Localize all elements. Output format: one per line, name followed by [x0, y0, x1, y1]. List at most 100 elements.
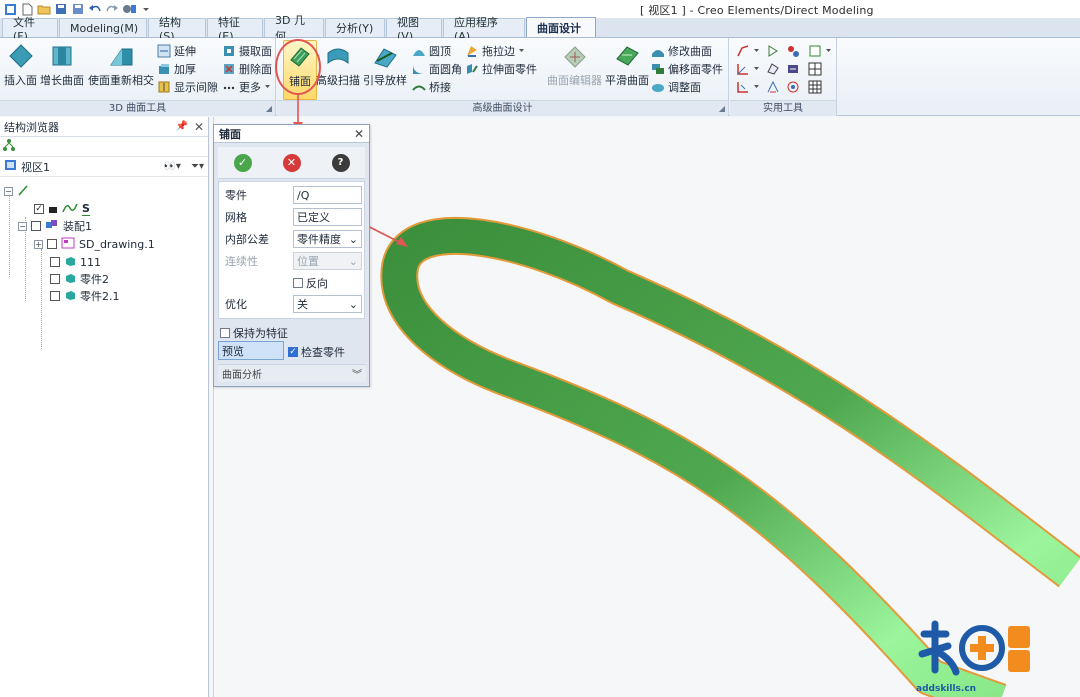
mesh-input[interactable]: 已定义 [293, 208, 362, 226]
plane-tool-button[interactable] [766, 60, 780, 77]
thicken-button[interactable]: 加厚 [157, 60, 196, 77]
collapse-icon[interactable]: − [18, 221, 27, 231]
dome-button[interactable]: 圆顶 [412, 42, 451, 59]
filter-icon[interactable]: ⏷▾ [191, 161, 204, 172]
pin-icon[interactable]: 📌 [175, 121, 187, 132]
continuity-select[interactable]: 位置 ⌄ [293, 252, 362, 270]
tab-3d-geometry[interactable]: 3D 几何 [264, 14, 324, 43]
pattern-tool-button[interactable] [786, 42, 800, 59]
tab-surface-design[interactable]: 曲面设计 [526, 17, 596, 37]
tab-analysis[interactable]: 分析(Y) [325, 18, 385, 37]
tools-icon[interactable] [122, 2, 136, 16]
pattern-tool-icon [786, 44, 800, 58]
tree-item-part2-1[interactable]: 零件2.1 [50, 288, 120, 304]
reintersect-faces-icon [106, 42, 136, 70]
extend-button[interactable]: 延伸 [157, 42, 196, 59]
reintersect-faces-button[interactable]: 使面重新相交 [88, 42, 154, 88]
tree-item-assembly[interactable]: − 装配1 [18, 218, 92, 234]
tree-connector [41, 249, 42, 349]
surface-editor-button[interactable]: 曲面编辑器 [547, 42, 602, 88]
stretch-face-part-button[interactable]: 拉伸面零件 [465, 60, 537, 77]
visibility-checkbox[interactable] [50, 257, 60, 267]
offset-face-part-button[interactable]: 偏移面零件 [651, 60, 723, 77]
curve-tool-button[interactable] [736, 42, 760, 59]
drawing-icon [61, 237, 75, 252]
visibility-checkbox[interactable] [50, 291, 60, 301]
qat-dropdown-icon[interactable] [139, 2, 153, 16]
tab-applications[interactable]: 应用程序(A) [443, 16, 525, 43]
extract-face-icon [222, 44, 236, 58]
grid-tool-button[interactable] [808, 60, 822, 77]
expand-icon[interactable]: + [34, 239, 43, 249]
angle-tool-button[interactable] [766, 78, 780, 95]
dialog-launcher-icon[interactable]: ◢ [266, 104, 272, 113]
extract-face-button[interactable]: 摄取面 [222, 42, 272, 59]
bridge-button[interactable]: 桥接 [412, 78, 451, 95]
tree-view-icon[interactable] [2, 138, 16, 155]
undo-icon[interactable] [88, 2, 102, 16]
visibility-checkbox[interactable] [47, 239, 57, 249]
tree-item-part2[interactable]: 零件2 [50, 271, 109, 287]
ok-check-icon[interactable]: ✓ [233, 153, 252, 172]
tree-root[interactable]: − [4, 183, 29, 199]
visibility-checkbox[interactable] [31, 221, 41, 231]
table-tool-button[interactable] [808, 78, 822, 95]
save-icon[interactable] [54, 2, 68, 16]
visibility-checkbox[interactable] [50, 274, 60, 284]
dialog-launcher-icon[interactable]: ◢ [719, 104, 725, 113]
tab-feature[interactable]: 特征(E) [207, 16, 263, 43]
keep-as-feature-checkbox[interactable]: 保持为特征 [220, 325, 288, 341]
close-icon[interactable]: ✕ [194, 120, 204, 134]
snap-tool-button[interactable] [786, 78, 800, 95]
viewport-label[interactable]: 视区1 [21, 159, 50, 175]
show-gap-button[interactable]: 显示间隙 [157, 78, 218, 95]
measure-tool-button[interactable] [786, 60, 800, 77]
drag-edge-icon [465, 44, 479, 58]
preview-button[interactable]: 预览 [218, 341, 284, 360]
surface-analysis-expander[interactable]: 曲面分析 ︾ [218, 364, 366, 382]
part-input[interactable]: /Q [293, 186, 362, 204]
visibility-checkbox[interactable]: ✓ [34, 204, 44, 214]
tree-item-label: 零件2.1 [80, 290, 120, 303]
modify-surface-button[interactable]: 修改曲面 [651, 42, 712, 59]
tab-structure[interactable]: 结构(S) [148, 16, 206, 43]
guided-loft-button[interactable]: 引导放样 [363, 42, 407, 88]
more-button[interactable]: 更多 [222, 78, 271, 95]
point-tool-button[interactable] [766, 42, 780, 59]
structure-tree: − ✓ S − 装配1 + SD_drawing.1 111 零件2 零件2.1 [0, 177, 208, 349]
tree-item-label: 111 [80, 255, 101, 269]
adjust-face-button[interactable]: 调整面 [651, 78, 701, 95]
cancel-x-icon[interactable]: ✕ [282, 153, 301, 172]
axis-tool-button[interactable] [736, 60, 760, 77]
frame-tool-button[interactable] [808, 42, 832, 59]
close-icon[interactable]: ✕ [354, 127, 364, 141]
binoculars-icon[interactable]: 👀▾ [163, 161, 180, 172]
help-icon[interactable]: ? [331, 153, 350, 172]
grow-surface-button[interactable]: 增长曲面 [40, 42, 84, 88]
check-part-checkbox[interactable]: ✓ 检查零件 [288, 344, 345, 360]
save-as-icon[interactable] [71, 2, 85, 16]
delete-face-button[interactable]: 删除面 [222, 60, 272, 77]
tab-modeling[interactable]: Modeling(M) [59, 18, 147, 37]
optimize-select[interactable]: 关 ⌄ [293, 295, 362, 313]
tolerance-select[interactable]: 零件精度 ⌄ [293, 230, 362, 248]
checkbox-box [293, 278, 303, 288]
tab-file[interactable]: 文件(F) [2, 16, 58, 43]
reverse-checkbox[interactable]: 反向 [293, 275, 328, 291]
insert-face-button[interactable]: 插入面 [4, 42, 37, 88]
tree-item-111[interactable]: 111 [50, 254, 101, 270]
dialog-title-bar: 铺面 ✕ [214, 125, 369, 143]
tree-item-s[interactable]: ✓ S [34, 201, 90, 217]
tab-view[interactable]: 视图(V) [386, 16, 442, 43]
smooth-surface-button[interactable]: 平滑曲面 [605, 42, 649, 88]
tolerance-row: 内部公差 零件精度 ⌄ [225, 230, 362, 248]
drag-edge-button[interactable]: 拖拉边 [465, 42, 525, 59]
show-gap-icon [157, 80, 171, 94]
redo-icon[interactable] [105, 2, 119, 16]
collapse-icon[interactable]: − [4, 186, 13, 196]
check-tool-button[interactable] [736, 78, 760, 95]
tree-item-drawing[interactable]: + SD_drawing.1 [34, 236, 155, 252]
face-fillet-button[interactable]: 面圆角 [412, 60, 462, 77]
ribbon-tabs: 文件(F) Modeling(M) 结构(S) 特征(E) 3D 几何 分析(Y… [0, 14, 1080, 43]
advanced-sweep-button[interactable]: 高级扫描 [316, 42, 360, 88]
